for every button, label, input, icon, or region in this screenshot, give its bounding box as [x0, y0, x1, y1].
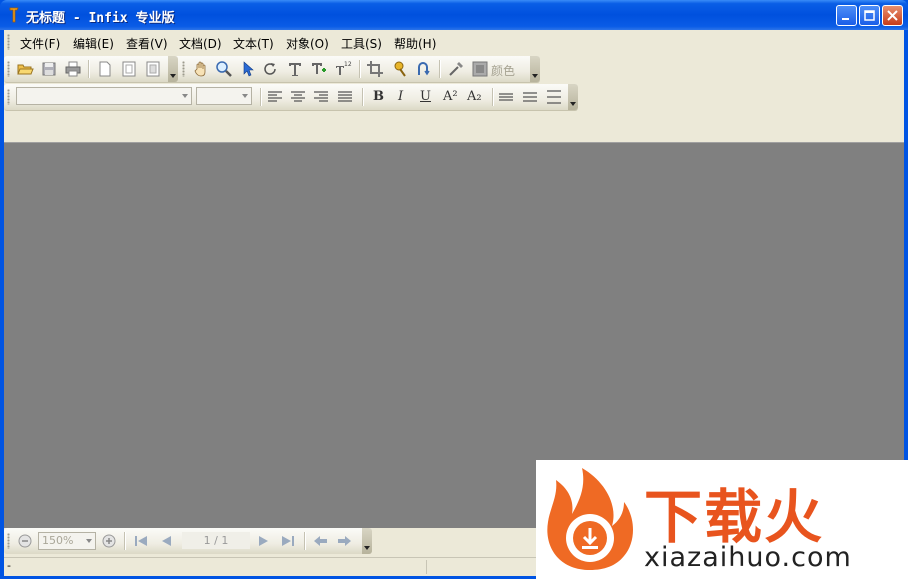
italic-button[interactable]: I [398, 89, 403, 104]
menubar-grip[interactable] [7, 34, 10, 50]
hand-tool-icon[interactable] [192, 60, 210, 78]
select-arrow-icon[interactable] [239, 60, 257, 78]
forward-view-icon[interactable] [335, 532, 353, 550]
status-divider [426, 560, 427, 574]
chevron-down-icon [242, 94, 248, 98]
toolbar-separator [304, 532, 306, 550]
link-icon[interactable] [415, 60, 433, 78]
superscript-button[interactable]: A² [443, 89, 458, 104]
font-size-select[interactable] [196, 87, 252, 105]
new-page-icon[interactable] [96, 60, 114, 78]
line-spacing-single-icon[interactable] [497, 88, 515, 106]
close-button[interactable] [882, 5, 903, 26]
zoom-value: 150% [42, 534, 74, 547]
crop-icon[interactable] [366, 60, 384, 78]
toolbar-overflow-chevron[interactable] [168, 56, 178, 82]
menu-bar: 文件(F) 编辑(E) 查看(V) 文档(D) 文本(T) 对象(O) 工具(S… [4, 30, 904, 54]
zoom-tool-icon[interactable] [215, 60, 233, 78]
color-label[interactable]: 颜色 [491, 62, 515, 79]
window-title: 无标题 - Infix 专业版 [26, 11, 175, 26]
watermark: 下载火 xiazaihuo.com [536, 460, 908, 579]
subscript-button[interactable]: A₂ [467, 89, 482, 104]
open-folder-icon[interactable] [16, 60, 34, 78]
toolbar-separator [362, 88, 364, 106]
menu-file[interactable]: 文件(F) [20, 35, 60, 52]
zoom-out-icon[interactable] [16, 532, 34, 550]
align-justify-icon[interactable] [336, 88, 354, 106]
svg-text:123: 123 [344, 61, 352, 68]
color-swatch-icon[interactable] [471, 60, 489, 78]
toolbar-separator [439, 60, 441, 78]
chevron-down-icon [182, 94, 188, 98]
previous-page-icon[interactable] [157, 532, 175, 550]
toolbar-separator [88, 60, 90, 78]
toolbar-grip[interactable] [7, 533, 10, 549]
status-text: - [7, 559, 11, 572]
app-icon [9, 7, 19, 23]
page-indicator[interactable]: 1 / 1 [182, 532, 250, 549]
toolbar-separator [492, 88, 494, 106]
menu-text[interactable]: 文本(T) [233, 35, 274, 52]
menu-view[interactable]: 查看(V) [126, 35, 168, 52]
font-family-select[interactable] [16, 87, 192, 105]
navigation-toolbar: 150% 1 / 1 [4, 528, 372, 554]
last-page-icon[interactable] [279, 532, 297, 550]
next-page-icon[interactable] [255, 532, 273, 550]
print-icon[interactable] [64, 60, 82, 78]
zoom-select[interactable]: 150% [38, 532, 96, 550]
text-add-icon[interactable] [310, 60, 328, 78]
toolbar-grip[interactable] [7, 61, 10, 77]
toolbar-grip[interactable] [7, 89, 10, 105]
title-bar[interactable]: 无标题 - Infix 专业版 [0, 0, 908, 30]
zoom-in-icon[interactable] [100, 532, 118, 550]
fire-logo-icon [547, 468, 633, 570]
watermark-url: xiazaihuo.com [644, 542, 852, 573]
text-tool-icon[interactable] [286, 60, 304, 78]
underline-button[interactable]: U [420, 89, 431, 104]
minimize-icon [842, 18, 849, 20]
save-icon[interactable] [40, 60, 58, 78]
align-left-icon[interactable] [266, 88, 284, 106]
rotate-icon[interactable] [262, 60, 280, 78]
maximize-icon [864, 10, 875, 21]
align-center-icon[interactable] [289, 88, 307, 106]
close-icon [887, 10, 898, 21]
bold-button[interactable]: B [373, 89, 384, 104]
toolbar-separator [359, 60, 361, 78]
maximize-button[interactable] [859, 5, 880, 26]
align-right-icon[interactable] [312, 88, 330, 106]
toolbar-separator [260, 88, 262, 106]
toolbar-overflow-chevron[interactable] [530, 56, 540, 82]
menu-edit[interactable]: 编辑(E) [73, 35, 114, 52]
toolbar-overflow-chevron[interactable] [362, 528, 372, 554]
page-settings-icon[interactable] [144, 60, 162, 78]
menu-object[interactable]: 对象(O) [286, 35, 329, 52]
back-view-icon[interactable] [312, 532, 330, 550]
main-toolbar: 123 颜色 [4, 56, 540, 83]
menu-help[interactable]: 帮助(H) [394, 35, 436, 52]
eyedropper-icon[interactable] [447, 60, 465, 78]
menu-tools[interactable]: 工具(S) [341, 35, 382, 52]
chevron-down-icon [86, 539, 92, 543]
menu-document[interactable]: 文档(D) [179, 35, 222, 52]
format-toolbar: B I U A² A₂ [4, 84, 578, 111]
toolbar-overflow-chevron[interactable] [568, 84, 578, 110]
first-page-icon[interactable] [132, 532, 150, 550]
page-icon[interactable] [120, 60, 138, 78]
line-spacing-double-icon[interactable] [545, 88, 563, 106]
minimize-button[interactable] [836, 5, 857, 26]
text-number-icon[interactable]: 123 [334, 60, 352, 78]
toolbar-grip[interactable] [182, 61, 185, 77]
toolbar-separator [124, 532, 126, 550]
line-spacing-medium-icon[interactable] [521, 88, 539, 106]
pin-icon[interactable] [391, 60, 409, 78]
